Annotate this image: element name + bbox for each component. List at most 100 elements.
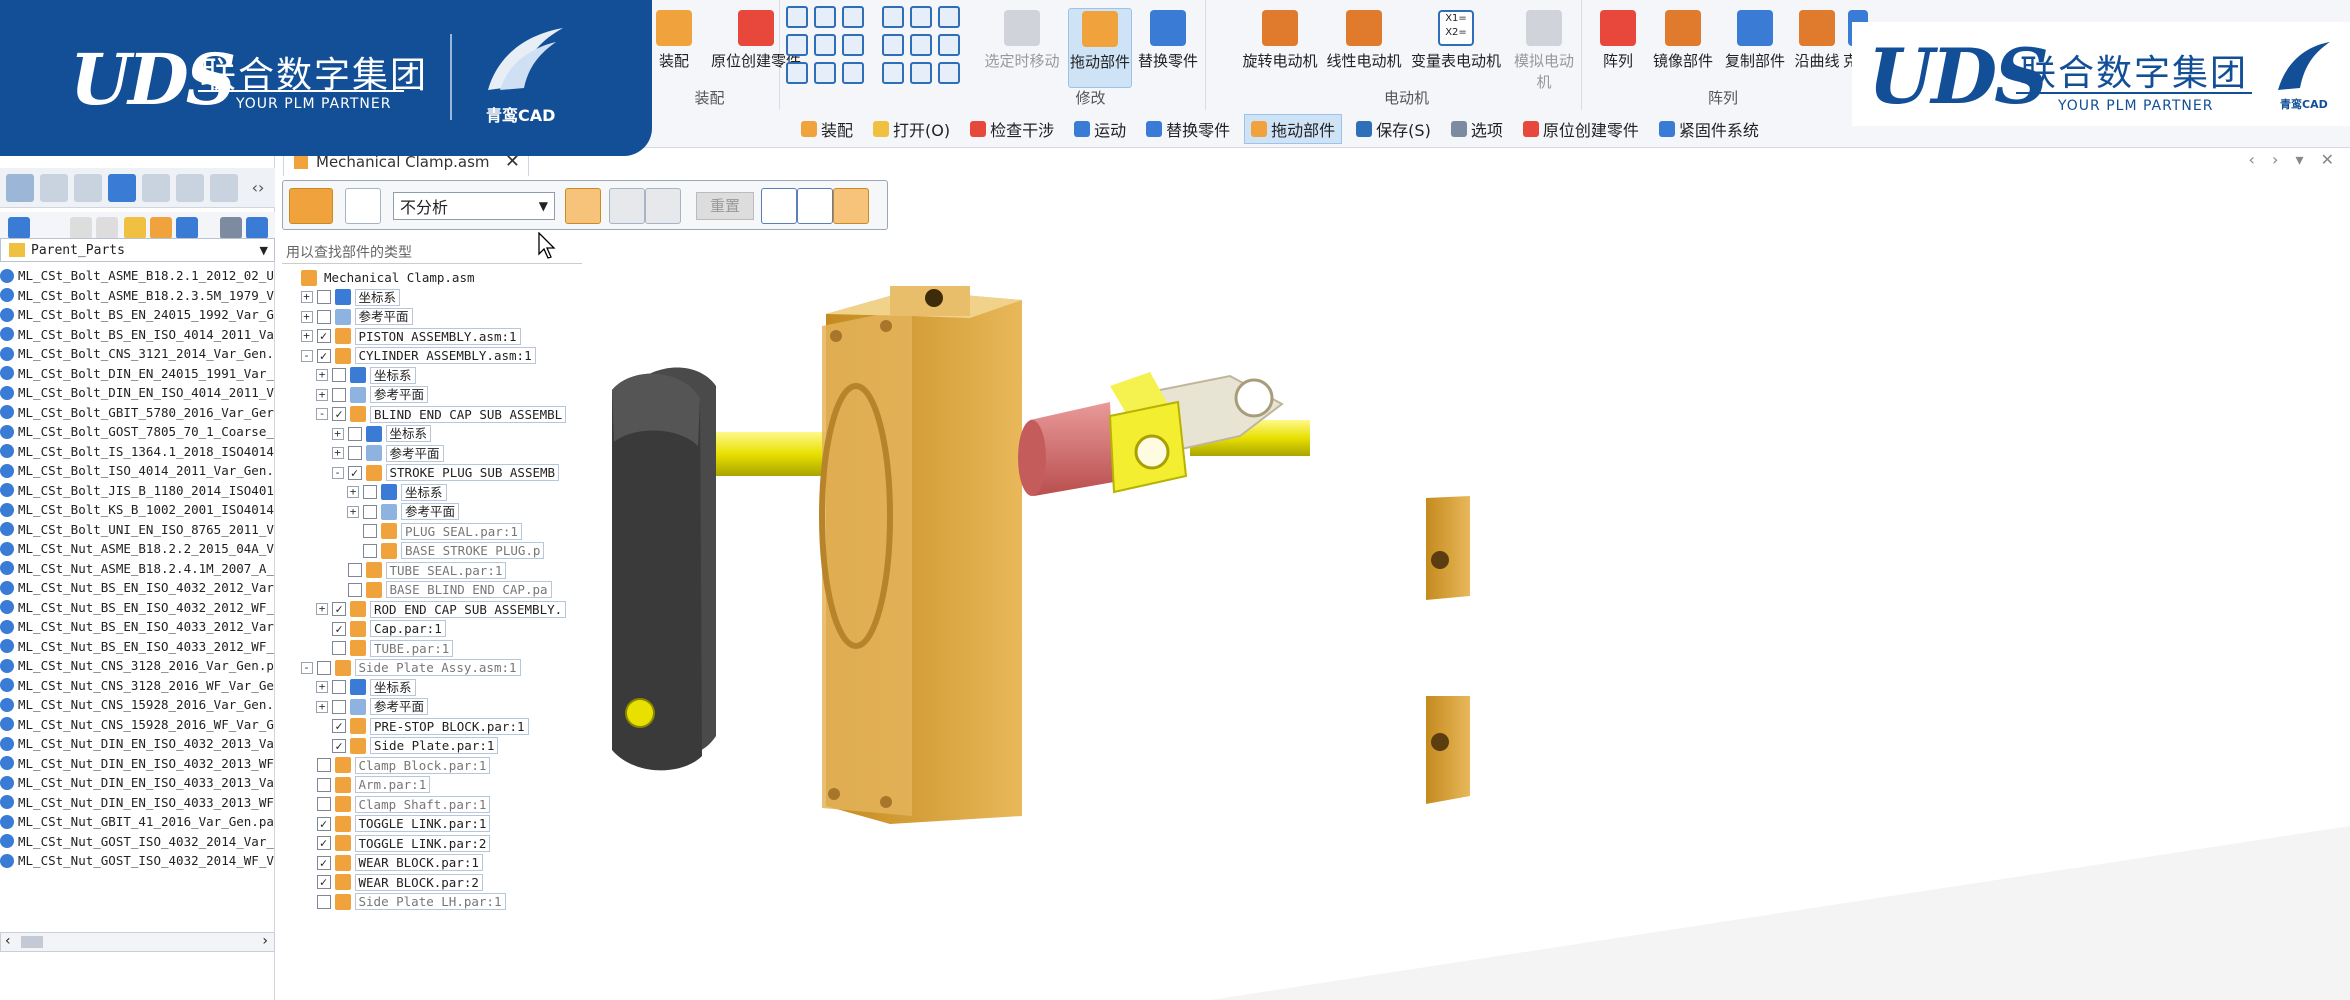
tool-icon[interactable] — [786, 6, 808, 28]
tree-node-checkbox[interactable]: ✓ — [316, 836, 331, 850]
library-item[interactable]: ML_CSt_Nut_DIN_EN_ISO_4032_2013_Va — [0, 734, 275, 754]
library-item[interactable]: ML_CSt_Bolt_JIS_B_1180_2014_ISO401 — [0, 481, 275, 501]
tab-icon[interactable] — [176, 174, 204, 202]
variable-motor-button[interactable]: X1= X2= 变量表电动机 — [1408, 8, 1504, 88]
tree-node[interactable]: + 坐标系 — [316, 678, 416, 697]
expand-icon[interactable]: + — [347, 486, 359, 498]
tree-node[interactable]: BASE STROKE PLUG.p — [347, 541, 545, 560]
cmd-in-place-create[interactable]: 原位创建零件 — [1517, 115, 1645, 143]
tree-node-checkbox[interactable]: ✓ — [332, 621, 346, 636]
clamp-shaft-sleeve[interactable] — [1018, 402, 1114, 496]
library-item[interactable]: ML_CSt_Nut_CNS_3128_2016_WF_Var_Ge — [0, 676, 275, 696]
tree-node[interactable]: BASE BLIND END CAP.pa — [332, 580, 552, 599]
library-item[interactable]: ML_CSt_Nut_CNS_3128_2016_Var_Gen.p — [0, 656, 275, 676]
tab-library-icon[interactable] — [108, 174, 136, 202]
tool-icon[interactable] — [938, 34, 960, 56]
tree-node[interactable]: - ✓ CYLINDER ASSEMBLY.asm:1 — [300, 346, 536, 365]
tab-icon[interactable] — [74, 174, 102, 202]
tree-node-checkbox[interactable]: ✓ — [316, 855, 331, 870]
tree-node[interactable]: PLUG SEAL.par:1 — [347, 522, 522, 541]
tool-icon[interactable] — [882, 34, 904, 56]
back-icon[interactable] — [70, 217, 92, 239]
tool-icon[interactable] — [814, 6, 836, 28]
library-item[interactable]: ML_CSt_Bolt_CNS_3121_2014_Var_Gen. — [0, 344, 275, 364]
mirror-button[interactable]: 镜像部件 — [1648, 8, 1718, 88]
library-item[interactable]: ML_CSt_Nut_BS_EN_ISO_4033_2012_Var — [0, 617, 275, 637]
tree-node-checkbox[interactable] — [316, 777, 331, 792]
expand-icon[interactable]: + — [316, 681, 328, 693]
tab-icon[interactable] — [210, 174, 238, 202]
simulate-motor-button[interactable]: 模拟电动机 — [1508, 8, 1580, 91]
tree-node[interactable]: + 参考平面 — [300, 307, 413, 326]
tree-node[interactable]: - Side Plate Assy.asm:1 — [300, 658, 521, 677]
tab-scroll-icon[interactable]: ‹› — [244, 174, 272, 202]
library-item[interactable]: ML_CSt_Bolt_ASME_B18.2.1_2012_02_U — [0, 266, 275, 286]
tool-icon[interactable] — [842, 6, 864, 28]
select-move-button[interactable]: 选定时移动 — [984, 8, 1060, 88]
collapse-icon[interactable]: - — [300, 661, 313, 674]
library-item[interactable]: ML_CSt_Bolt_ASME_B18.2.3.5M_1979_V — [0, 286, 275, 306]
tree-node-checkbox[interactable] — [363, 524, 377, 538]
tree-node[interactable]: + ✓ PISTON ASSEMBLY.asm:1 — [300, 327, 521, 346]
tree-node-checkbox[interactable]: ✓ — [332, 602, 346, 616]
tree-node-checkbox[interactable] — [332, 680, 346, 694]
library-item[interactable]: ML_CSt_Nut_GOST_ISO_4032_2014_Var_ — [0, 832, 275, 852]
side-plate-lower[interactable] — [1426, 696, 1470, 804]
cmd-options[interactable]: 选项 — [1445, 115, 1509, 143]
tree-node[interactable]: Mechanical Clamp.asm — [285, 268, 478, 287]
tree-node-checkbox[interactable] — [316, 758, 331, 772]
folder-up-icon[interactable] — [124, 217, 146, 239]
tree-node[interactable]: + 坐标系 — [300, 288, 401, 307]
tree-node[interactable]: ✓ Side Plate.par:1 — [316, 736, 499, 755]
tree-node[interactable]: ✓ TOGGLE LINK.par:2 — [301, 834, 491, 853]
tree-node[interactable]: + ✓ ROD END CAP SUB ASSEMBLY. — [316, 600, 567, 619]
library-item[interactable]: ML_CSt_Nut_BS_EN_ISO_4032_2012_Var — [0, 578, 275, 598]
tree-node[interactable]: ✓ WEAR BLOCK.par:2 — [301, 873, 483, 892]
expand-icon[interactable]: + — [300, 291, 313, 303]
tab-icon[interactable] — [40, 174, 68, 202]
tree-node[interactable]: + 参考平面 — [331, 444, 444, 463]
tab-icon[interactable] — [6, 174, 34, 202]
tree-node[interactable]: - ✓ BLIND END CAP SUB ASSEMBL — [316, 405, 567, 424]
tree-node[interactable]: + 参考平面 — [347, 502, 460, 521]
tool-icon[interactable] — [842, 62, 864, 84]
expand-icon[interactable]: + — [316, 388, 328, 401]
tree-node[interactable]: - ✓ STROKE PLUG SUB ASSEMB — [331, 463, 560, 482]
tree-node-checkbox[interactable] — [347, 446, 362, 460]
expand-icon[interactable]: + — [331, 447, 344, 459]
tool-icon[interactable] — [910, 6, 932, 28]
tree-node[interactable]: ✓ WEAR BLOCK.par:1 — [301, 853, 483, 872]
tab-nav-icons[interactable]: ‹ › ▾ ✕ — [2249, 150, 2341, 169]
cmd-assembly[interactable]: 装配 — [795, 115, 859, 143]
scroll-thumb[interactable] — [21, 936, 43, 948]
cylinder-block[interactable] — [819, 286, 1022, 824]
tree-node[interactable]: + 坐标系 — [316, 366, 416, 385]
tree-node-checkbox[interactable] — [363, 543, 377, 558]
library-horizontal-scrollbar[interactable]: ‹ › — [0, 932, 275, 952]
tree-node[interactable]: + 参考平面 — [316, 385, 429, 404]
tree-node-checkbox[interactable]: ✓ — [332, 719, 346, 733]
filter-icon[interactable] — [220, 217, 242, 239]
tool-icon[interactable] — [786, 34, 808, 56]
library-item[interactable]: ML_CSt_Nut_BS_EN_ISO_4032_2012_WF_ — [0, 598, 275, 618]
tree-node-checkbox[interactable] — [347, 426, 362, 441]
rotary-motor-button[interactable]: 旋转电动机 — [1240, 8, 1320, 88]
expand-icon[interactable]: + — [347, 505, 359, 518]
library-item[interactable]: ML_CSt_Nut_BS_EN_ISO_4033_2012_WF_ — [0, 637, 275, 657]
library-item[interactable]: ML_CSt_Nut_DIN_EN_ISO_4033_2013_Va — [0, 773, 275, 793]
tool-icon[interactable] — [814, 34, 836, 56]
tree-node-checkbox[interactable] — [347, 582, 362, 597]
tool-icon[interactable] — [938, 62, 960, 84]
linear-motor-button[interactable]: 线性电动机 — [1324, 8, 1404, 88]
tool-icon[interactable] — [842, 34, 864, 56]
cmd-save[interactable]: 保存(S) — [1350, 115, 1437, 143]
library-item[interactable]: ML_CSt_Bolt_GBIT_5780_2016_Var_Ger — [0, 403, 275, 423]
tree-node[interactable]: Side Plate LH.par:1 — [301, 892, 506, 911]
tree-node-checkbox[interactable] — [316, 797, 331, 811]
tree-node-checkbox[interactable] — [332, 368, 346, 382]
library-item[interactable]: ML_CSt_Bolt_GOST_7805_70_1_Coarse_ — [0, 422, 275, 442]
expand-icon[interactable]: + — [300, 310, 313, 323]
library-item[interactable]: ML_CSt_Nut_DIN_EN_ISO_4033_2013_WF — [0, 793, 275, 813]
library-item[interactable]: ML_CSt_Bolt_BS_EN_ISO_4014_2011_Va — [0, 325, 275, 345]
tree-node[interactable]: TUBE SEAL.par:1 — [332, 561, 507, 580]
